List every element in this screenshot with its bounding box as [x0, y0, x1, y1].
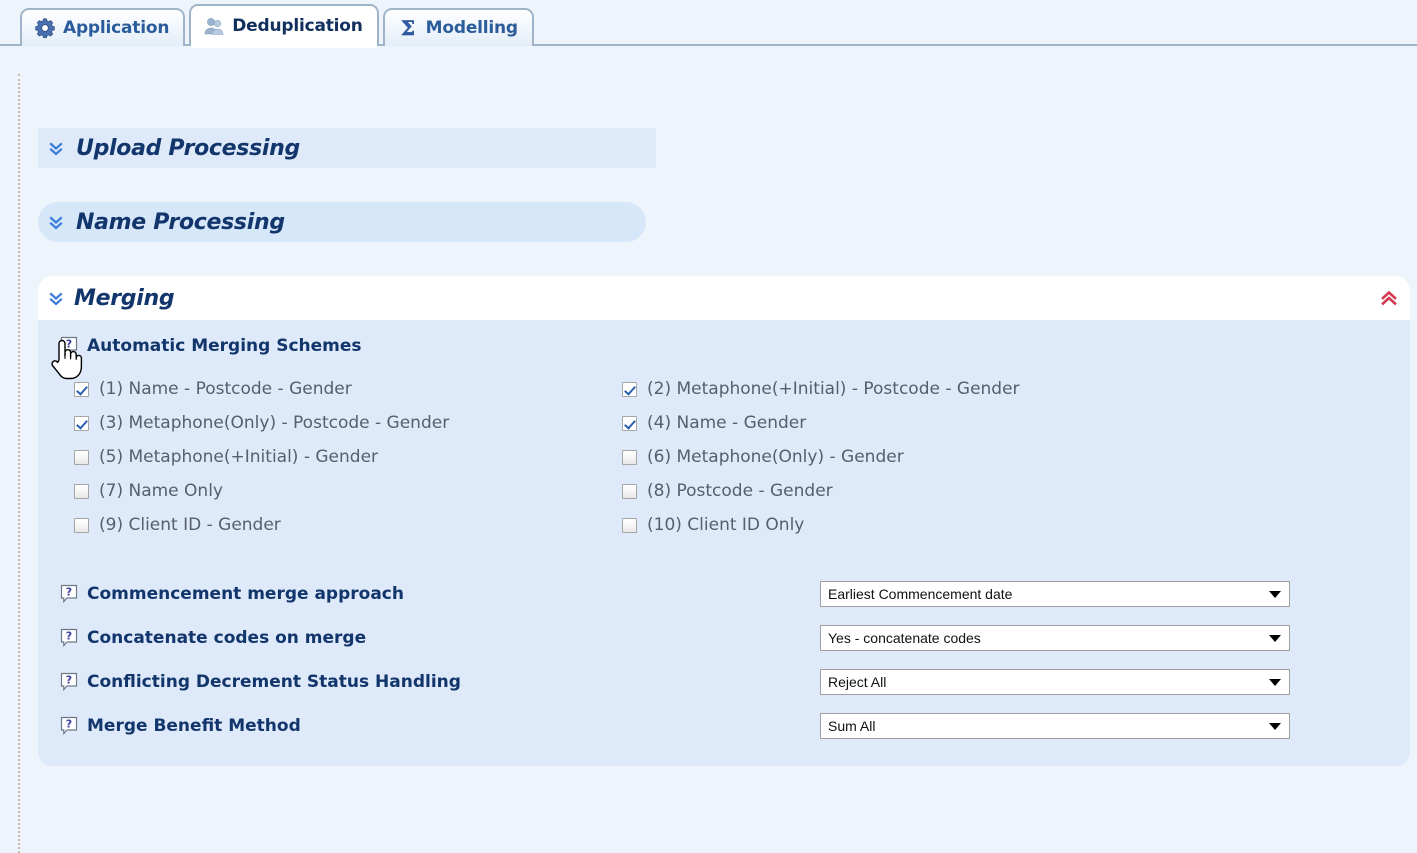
scheme-label-6: (6) Metaphone(Only) - Gender [647, 447, 904, 467]
setting-row-commencement-merge-approach: ? Commencement merge approach Earliest C… [60, 572, 1410, 616]
select-concatenate-codes-on-merge[interactable]: Yes - concatenate codes [820, 625, 1290, 651]
setting-row-merge-benefit-method: ? Merge Benefit Method Sum All [60, 704, 1410, 748]
svg-text:?: ? [66, 338, 72, 351]
scheme-label-2: (2) Metaphone(+Initial) - Postcode - Gen… [647, 379, 1020, 399]
scheme-checkbox-7[interactable] [74, 483, 89, 499]
help-question-icon[interactable]: ? [60, 716, 78, 736]
help-question-icon[interactable]: ? [60, 336, 78, 356]
setting-label-conflicting-decrement-status-handling: Conflicting Decrement Status Handling [87, 672, 461, 692]
help-question-icon[interactable]: ? [60, 628, 78, 648]
chevron-down-icon [1269, 722, 1281, 730]
sigma-icon: Σ [397, 17, 419, 39]
scheme-checkbox-9[interactable] [74, 517, 89, 533]
section-name-processing[interactable]: Name Processing [38, 202, 646, 242]
scheme-checkbox-8[interactable] [622, 483, 637, 499]
select-value-concatenate-codes-on-merge: Yes - concatenate codes [828, 630, 981, 646]
chevron-double-down-icon [48, 212, 64, 232]
scheme-checkbox-row[interactable]: (1) Name - Postcode - Gender [74, 372, 622, 406]
merging-settings: ? Commencement merge approach Earliest C… [60, 572, 1410, 748]
section-upload-processing-title: Upload Processing [76, 135, 300, 161]
svg-text:?: ? [66, 586, 72, 599]
scheme-label-8: (8) Postcode - Gender [647, 481, 833, 501]
scheme-label-7: (7) Name Only [99, 481, 223, 501]
automatic-merging-schemes-label: Automatic Merging Schemes [87, 336, 362, 356]
help-question-icon[interactable]: ? [60, 672, 78, 692]
automatic-merging-schemes-heading: ? Automatic Merging Schemes [60, 336, 1410, 356]
setting-row-conflicting-decrement-status-handling: ? Conflicting Decrement Status Handling … [60, 660, 1410, 704]
setting-row-concatenate-codes-on-merge: ? Concatenate codes on merge Yes - conca… [60, 616, 1410, 660]
scheme-checkbox-4[interactable] [622, 415, 637, 431]
scheme-checkbox-row[interactable]: (3) Metaphone(Only) - Postcode - Gender [74, 406, 622, 440]
select-conflicting-decrement-status-handling[interactable]: Reject All [820, 669, 1290, 695]
help-question-icon[interactable]: ? [60, 584, 78, 604]
tab-strip: Application Deduplication Σ Modelling [0, 0, 1417, 48]
svg-text:Σ: Σ [401, 17, 415, 39]
tab-deduplication-label: Deduplication [232, 16, 363, 36]
select-value-merge-benefit-method: Sum All [828, 718, 876, 734]
tab-modelling-label: Modelling [425, 18, 518, 38]
setting-label-wrap: ? Conflicting Decrement Status Handling [60, 672, 820, 692]
scheme-label-1: (1) Name - Postcode - Gender [99, 379, 352, 399]
chevron-double-down-icon-merging [48, 288, 64, 308]
scheme-label-10: (10) Client ID Only [647, 515, 805, 535]
scheme-checkbox-row[interactable]: (4) Name - Gender [622, 406, 1410, 440]
select-value-conflicting-decrement-status-handling: Reject All [828, 674, 887, 690]
section-merging: Merging ? Automatic Merging Schemes (1) … [38, 276, 1410, 766]
scheme-checkbox-3[interactable] [74, 415, 89, 431]
scheme-label-3: (3) Metaphone(Only) - Postcode - Gender [99, 413, 450, 433]
svg-text:?: ? [66, 718, 72, 731]
scheme-checkbox-2[interactable] [622, 381, 637, 397]
scheme-checkbox-row[interactable]: (7) Name Only [74, 474, 622, 508]
section-upload-processing[interactable]: Upload Processing [38, 128, 656, 168]
users-icon [203, 15, 225, 37]
tab-deduplication[interactable]: Deduplication [189, 4, 379, 48]
setting-label-wrap: ? Merge Benefit Method [60, 716, 820, 736]
scheme-checkbox-6[interactable] [622, 449, 637, 465]
setting-label-wrap: ? Commencement merge approach [60, 584, 820, 604]
scheme-checkbox-row[interactable]: (8) Postcode - Gender [622, 474, 1410, 508]
select-value-commencement-merge-approach: Earliest Commencement date [828, 586, 1013, 602]
tab-application[interactable]: Application [20, 8, 186, 46]
select-commencement-merge-approach[interactable]: Earliest Commencement date [820, 581, 1290, 607]
chevron-down-icon [1269, 678, 1281, 686]
scheme-checkbox-row[interactable]: (6) Metaphone(Only) - Gender [622, 440, 1410, 474]
content-area: Upload Processing Name Processing Mergin… [0, 46, 1417, 853]
svg-text:?: ? [66, 630, 72, 643]
chevron-double-down-icon [48, 138, 64, 158]
scheme-checkbox-row[interactable]: (10) Client ID Only [622, 508, 1410, 542]
accordion-guide-line [18, 74, 20, 853]
scheme-checkbox-row[interactable]: (9) Client ID - Gender [74, 508, 622, 542]
chevron-down-icon [1269, 634, 1281, 642]
scheme-checkbox-row[interactable]: (2) Metaphone(+Initial) - Postcode - Gen… [622, 372, 1410, 406]
setting-label-commencement-merge-approach: Commencement merge approach [87, 584, 404, 604]
setting-label-merge-benefit-method: Merge Benefit Method [87, 716, 301, 736]
section-merging-body: ? Automatic Merging Schemes (1) Name - P… [38, 320, 1410, 748]
chevron-double-up-icon[interactable] [1380, 288, 1397, 308]
section-name-processing-title: Name Processing [76, 209, 285, 235]
scheme-label-5: (5) Metaphone(+Initial) - Gender [99, 447, 379, 467]
scheme-label-4: (4) Name - Gender [647, 413, 807, 433]
scheme-checkbox-5[interactable] [74, 449, 89, 465]
section-merging-title: Merging [74, 285, 175, 311]
scheme-label-9: (9) Client ID - Gender [99, 515, 281, 535]
select-merge-benefit-method[interactable]: Sum All [820, 713, 1290, 739]
setting-label-concatenate-codes-on-merge: Concatenate codes on merge [87, 628, 367, 648]
svg-text:?: ? [66, 674, 72, 687]
section-merging-header[interactable]: Merging [38, 276, 1410, 320]
merging-schemes-grid: (1) Name - Postcode - Gender (2) Metapho… [74, 372, 1410, 542]
scheme-checkbox-10[interactable] [622, 517, 637, 533]
tab-modelling[interactable]: Σ Modelling [382, 8, 534, 46]
setting-label-wrap: ? Concatenate codes on merge [60, 628, 820, 648]
accordion-panels: Upload Processing Name Processing Mergin… [38, 128, 1411, 766]
chevron-down-icon [1269, 590, 1281, 598]
tab-application-label: Application [63, 18, 170, 38]
scheme-checkbox-row[interactable]: (5) Metaphone(+Initial) - Gender [74, 440, 622, 474]
gear-icon [34, 17, 56, 39]
scheme-checkbox-1[interactable] [74, 381, 89, 397]
